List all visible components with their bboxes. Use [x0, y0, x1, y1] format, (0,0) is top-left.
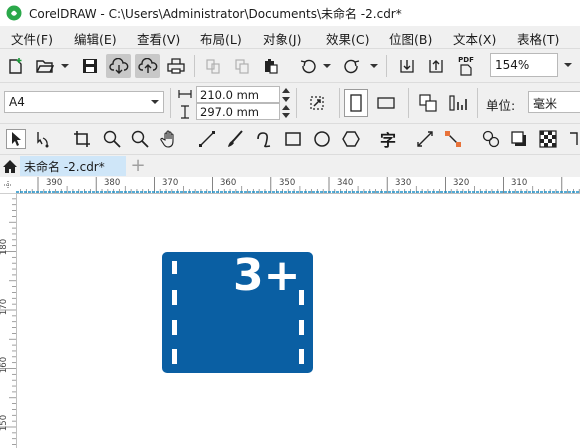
landscape-orientation-button[interactable]	[374, 91, 398, 115]
document-tab-label: 未命名 -2.cdr*	[24, 160, 105, 174]
units-select[interactable]: 毫米	[528, 91, 580, 113]
ruler-label: 390	[46, 178, 63, 188]
ruler-label: 160	[0, 356, 10, 374]
all-pages-icon[interactable]	[416, 91, 440, 115]
zoom-level-combo[interactable]: 154%	[490, 53, 558, 77]
cloud-upload-icon[interactable]	[135, 54, 160, 78]
ruler-label: 380	[104, 178, 121, 188]
ruler-label: 350	[279, 178, 296, 188]
export-icon[interactable]	[425, 55, 447, 77]
redo-dropdown-icon[interactable]	[370, 64, 378, 68]
ruler-tick-marks	[16, 177, 580, 193]
menu-text[interactable]: 文本(X)	[453, 29, 496, 48]
coreldraw-logo-icon	[6, 5, 22, 21]
crop-tool-icon[interactable]	[71, 129, 93, 149]
pan-tool-icon[interactable]	[158, 129, 180, 149]
menu-view[interactable]: 查看(V)	[137, 29, 180, 48]
menu-file[interactable]: 文件(F)	[11, 29, 53, 48]
home-icon[interactable]	[1, 158, 18, 174]
menu-effects[interactable]: 效果(C)	[326, 29, 369, 48]
ruler-label: 310	[511, 178, 528, 188]
pan-zoom-tool-icon[interactable]	[129, 129, 151, 149]
dimension-tool-icon[interactable]	[414, 129, 436, 149]
text-tool-icon[interactable]: 字	[377, 129, 399, 150]
pdf-label: PDF	[458, 56, 474, 64]
cloud-download-icon[interactable]	[106, 54, 131, 78]
ruler-label: 340	[337, 178, 354, 188]
paste-icon[interactable]	[260, 55, 282, 77]
import-icon[interactable]	[396, 55, 418, 77]
page-size-dropdown-icon[interactable]	[151, 100, 159, 104]
page-height-icon	[177, 104, 193, 120]
toolbar-separator	[386, 55, 387, 77]
menu-object[interactable]: 对象(J)	[263, 29, 301, 48]
toolbar-separator	[194, 55, 195, 77]
toolbar-separator	[339, 88, 340, 118]
pick-tool-icon[interactable]	[6, 129, 26, 149]
ruler-label: 180	[0, 238, 10, 256]
add-tab-icon[interactable]: +	[129, 157, 147, 175]
page-options-icon[interactable]	[305, 91, 329, 115]
new-document-icon[interactable]	[5, 55, 27, 77]
ruler-label: 150	[0, 414, 10, 432]
redo-icon[interactable]	[341, 55, 363, 77]
ruler-label: 320	[453, 178, 470, 188]
shape-tool-icon[interactable]	[33, 129, 55, 149]
toolbar-separator	[170, 88, 171, 118]
window-title: CorelDRAW - C:\Users\Administrator\Docum…	[29, 7, 402, 21]
zoom-dropdown-icon[interactable]	[564, 63, 572, 67]
units-label: 单位:	[486, 98, 516, 113]
page-width-icon	[177, 86, 193, 102]
print-icon[interactable]	[165, 55, 187, 77]
ruler-label: 370	[162, 178, 179, 188]
save-icon[interactable]	[79, 55, 101, 77]
blend-tool-icon[interactable]	[480, 129, 502, 149]
drop-shadow-tool-icon[interactable]	[508, 129, 530, 149]
polygon-tool-icon[interactable]	[340, 129, 362, 149]
pen-curve-tool-icon[interactable]	[253, 129, 275, 149]
portrait-orientation-button[interactable]	[344, 89, 368, 117]
undo-icon[interactable]	[297, 55, 319, 77]
transparency-tool-icon[interactable]	[537, 129, 559, 149]
open-dropdown-icon[interactable]	[61, 64, 69, 68]
cut-icon[interactable]	[202, 55, 224, 77]
page-width-input[interactable]: 210.0 mm	[196, 86, 280, 103]
toolbar-separator	[296, 88, 297, 118]
width-spin-up-icon[interactable]	[280, 86, 292, 95]
ruler-label: 360	[220, 178, 237, 188]
artistic-media-tool-icon[interactable]	[224, 129, 246, 149]
rating-text: 3+	[233, 250, 301, 301]
freehand-tool-icon[interactable]	[196, 129, 218, 149]
vertical-ruler-ticks	[0, 193, 16, 445]
undo-dropdown-icon[interactable]	[323, 64, 331, 68]
menu-bitmaps[interactable]: 位图(B)	[389, 29, 432, 48]
toolbar-separator	[477, 88, 478, 118]
page-size-select[interactable]: A4	[4, 91, 164, 113]
zoom-tool-icon[interactable]	[101, 129, 123, 149]
height-spin-down-icon[interactable]	[280, 111, 292, 120]
current-page-icon[interactable]	[446, 91, 470, 115]
ellipse-tool-icon[interactable]	[311, 129, 333, 149]
menu-table[interactable]: 表格(T)	[517, 29, 559, 48]
menu-edit[interactable]: 编辑(E)	[74, 29, 117, 48]
ruler-label: 330	[395, 178, 412, 188]
ruler-origin[interactable]	[0, 177, 16, 193]
rectangle-tool-icon[interactable]	[282, 129, 304, 149]
copy-icon[interactable]	[231, 55, 253, 77]
publish-pdf-icon[interactable]: PDF	[453, 53, 479, 79]
connector-tool-icon[interactable]	[442, 129, 464, 149]
color-eyedropper-tool-icon[interactable]	[566, 129, 580, 149]
ruler-label: 170	[0, 298, 10, 316]
open-folder-icon[interactable]	[34, 55, 56, 77]
menu-layout[interactable]: 布局(L)	[200, 29, 242, 48]
page-height-input[interactable]: 297.0 mm	[196, 103, 280, 120]
toolbar-separator	[408, 88, 409, 118]
